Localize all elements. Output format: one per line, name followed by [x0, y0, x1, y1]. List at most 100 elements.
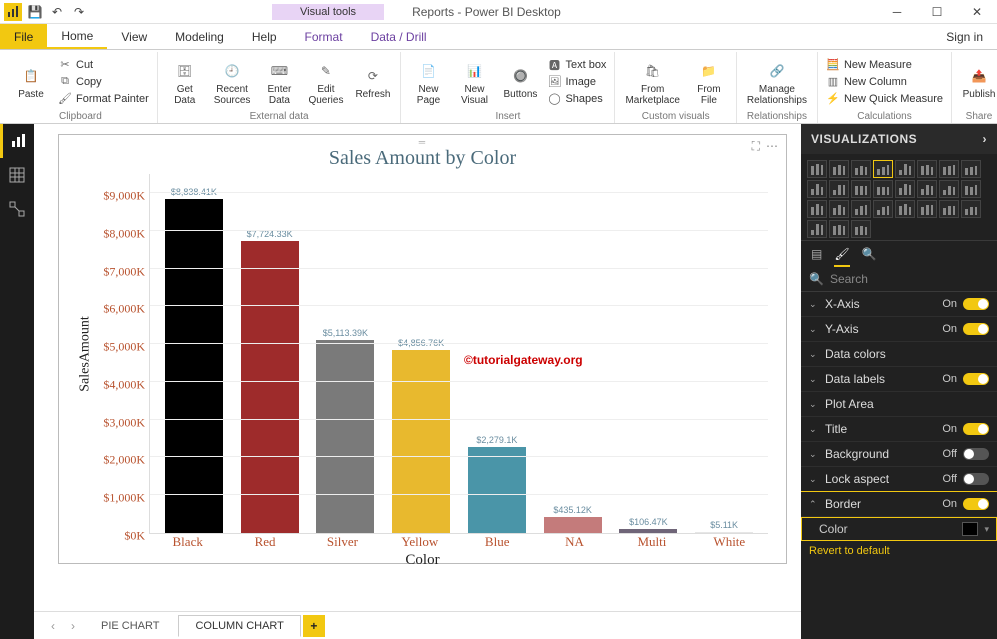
viz-type-6[interactable]: [939, 160, 959, 178]
toggle-background[interactable]: [963, 448, 989, 460]
paste-button[interactable]: 📋 Paste: [10, 61, 52, 102]
viz-type-5[interactable]: [917, 160, 937, 178]
viz-type-17[interactable]: [829, 200, 849, 218]
toggle-xaxis[interactable]: [963, 298, 989, 310]
viz-type-10[interactable]: [851, 180, 871, 198]
viz-type-15[interactable]: [961, 180, 981, 198]
viz-type-0[interactable]: [807, 160, 827, 178]
toggle-datalabels[interactable]: [963, 373, 989, 385]
undo-icon[interactable]: ↶: [48, 3, 66, 21]
from-marketplace-button[interactable]: 🛍From Marketplace: [621, 56, 683, 108]
report-view-button[interactable]: [0, 124, 34, 158]
bar-blue[interactable]: $2,279.1K: [459, 435, 535, 533]
save-icon[interactable]: 💾: [26, 3, 44, 21]
close-button[interactable]: ✕: [957, 0, 997, 24]
focus-mode-icon[interactable]: ⛶: [752, 139, 760, 154]
file-tab[interactable]: File: [0, 24, 47, 49]
visualizations-header[interactable]: VISUALIZATIONS ›: [801, 124, 997, 154]
publish-button[interactable]: 📤Publish: [958, 61, 997, 102]
cut-button[interactable]: ✂Cut: [56, 57, 151, 73]
getdata-button[interactable]: 🗄Get Data: [164, 56, 206, 108]
viz-type-12[interactable]: [895, 180, 915, 198]
drag-handle-icon[interactable]: ═: [419, 137, 426, 147]
viz-type-9[interactable]: [829, 180, 849, 198]
more-options-icon[interactable]: ⋯: [766, 139, 778, 154]
viz-type-13[interactable]: [917, 180, 937, 198]
viz-type-2[interactable]: [851, 160, 871, 178]
format-datacolors[interactable]: ⌄Data colors: [801, 342, 997, 367]
bar-multi[interactable]: $106.47K: [611, 517, 687, 533]
format-background[interactable]: ⌄BackgroundOff: [801, 442, 997, 467]
new-column-button[interactable]: ▥New Column: [824, 74, 945, 90]
copy-button[interactable]: ⧉Copy: [56, 74, 151, 90]
buttons-button[interactable]: 🔘Buttons: [499, 61, 541, 102]
minimize-button[interactable]: ─: [877, 0, 917, 24]
enter-data-button[interactable]: ⌨Enter Data: [258, 56, 300, 108]
manage-relationships-button[interactable]: 🔗Manage Relationships: [743, 56, 811, 108]
analytics-tab-icon[interactable]: 🔍: [862, 247, 877, 267]
new-visual-button[interactable]: 📊New Visual: [453, 56, 495, 108]
search-input[interactable]: Search: [830, 272, 868, 286]
next-sheet-button[interactable]: ›: [64, 617, 82, 635]
new-quick-measure-button[interactable]: ⚡New Quick Measure: [824, 91, 945, 107]
viz-type-24[interactable]: [807, 220, 827, 238]
bar-silver[interactable]: $5,113.39K: [308, 328, 384, 533]
add-sheet-button[interactable]: +: [303, 615, 325, 637]
recent-sources-button[interactable]: 🕘Recent Sources: [210, 56, 255, 108]
revert-to-default[interactable]: Revert to default: [801, 541, 997, 565]
viz-type-7[interactable]: [961, 160, 981, 178]
bar-yellow[interactable]: $4,856.76K: [383, 338, 459, 533]
from-file-button[interactable]: 📁From File: [688, 56, 730, 108]
image-button[interactable]: 🖼Image: [545, 74, 608, 90]
viz-type-20[interactable]: [895, 200, 915, 218]
new-measure-button[interactable]: 🧮New Measure: [824, 57, 945, 73]
viz-type-3[interactable]: [873, 160, 893, 178]
viz-type-23[interactable]: [961, 200, 981, 218]
viz-type-19[interactable]: [873, 200, 893, 218]
toggle-border[interactable]: [963, 498, 989, 510]
format-title[interactable]: ⌄TitleOn: [801, 417, 997, 442]
format-tab[interactable]: Format: [291, 24, 357, 49]
new-page-button[interactable]: 📄New Page: [407, 56, 449, 108]
refresh-button[interactable]: ⟳Refresh: [351, 61, 394, 102]
bar-white[interactable]: $5.11K: [686, 520, 762, 533]
help-tab[interactable]: Help: [238, 24, 291, 49]
border-color-swatch[interactable]: [962, 522, 978, 536]
prev-sheet-button[interactable]: ‹: [44, 617, 62, 635]
data-view-button[interactable]: [0, 158, 34, 192]
datadrill-tab[interactable]: Data / Drill: [357, 24, 441, 49]
bar-black[interactable]: $8,838.41K: [156, 187, 232, 533]
viz-type-16[interactable]: [807, 200, 827, 218]
format-lockaspect[interactable]: ⌄Lock aspectOff: [801, 467, 997, 492]
viz-type-18[interactable]: [851, 200, 871, 218]
viz-type-4[interactable]: [895, 160, 915, 178]
maximize-button[interactable]: ☐: [917, 0, 957, 24]
chart-visual[interactable]: ═ ⛶ ⋯ Sales Amount by Color SalesAmount …: [58, 134, 787, 564]
model-view-button[interactable]: [0, 192, 34, 226]
toggle-title[interactable]: [963, 423, 989, 435]
sheet-tab-pie[interactable]: PIE CHART: [84, 615, 176, 637]
format-plotarea[interactable]: ⌄Plot Area: [801, 392, 997, 417]
redo-icon[interactable]: ↷: [70, 3, 88, 21]
format-painter-button[interactable]: 🖌Format Painter: [56, 91, 151, 107]
chevron-down-icon[interactable]: ▾: [984, 524, 989, 535]
viz-type-1[interactable]: [829, 160, 849, 178]
modeling-tab[interactable]: Modeling: [161, 24, 238, 49]
format-tab-icon[interactable]: 🖌: [834, 247, 849, 267]
viz-type-8[interactable]: [807, 180, 827, 198]
edit-queries-button[interactable]: ✎Edit Queries: [304, 56, 347, 108]
viz-type-25[interactable]: [829, 220, 849, 238]
viz-type-26[interactable]: [851, 220, 871, 238]
bar-na[interactable]: $435.12K: [535, 505, 611, 533]
shapes-button[interactable]: ◯Shapes: [545, 91, 608, 107]
home-tab[interactable]: Home: [47, 24, 107, 49]
search-row[interactable]: 🔍 Search: [801, 267, 997, 292]
fields-tab-icon[interactable]: ▤: [811, 247, 822, 267]
viz-type-11[interactable]: [873, 180, 893, 198]
signin-link[interactable]: Sign in: [932, 24, 997, 49]
format-xaxis[interactable]: ⌄X-AxisOn: [801, 292, 997, 317]
format-yaxis[interactable]: ⌄Y-AxisOn: [801, 317, 997, 342]
toggle-yaxis[interactable]: [963, 323, 989, 335]
sheet-tab-column[interactable]: COLUMN CHART: [178, 615, 300, 637]
toggle-lockaspect[interactable]: [963, 473, 989, 485]
